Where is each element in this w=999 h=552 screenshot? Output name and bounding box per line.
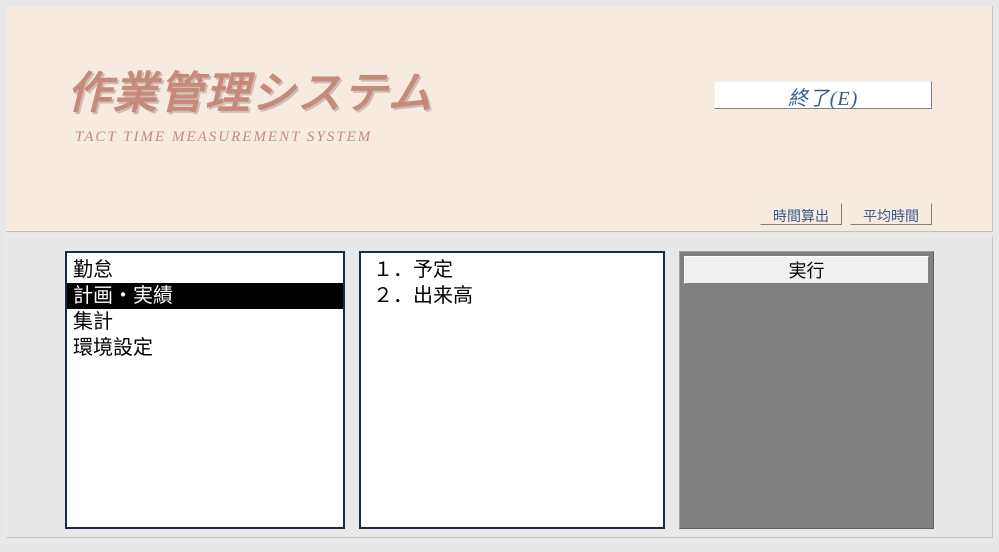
- sub-menu-list[interactable]: １．予定 ２．出来高: [359, 251, 665, 529]
- avg-time-button[interactable]: 平均時間: [850, 203, 932, 225]
- list-item[interactable]: １．予定: [367, 257, 657, 283]
- list-item[interactable]: 勤怠: [67, 257, 343, 283]
- header-panel: 作業管理システム TACT TIME MEASUREMENT SYSTEM 終了…: [6, 6, 993, 232]
- list-item[interactable]: 環境設定: [67, 335, 343, 361]
- action-panel: 実行: [679, 251, 934, 529]
- list-item[interactable]: 計画・実績: [67, 283, 343, 309]
- app-subtitle: TACT TIME MEASUREMENT SYSTEM: [75, 129, 952, 146]
- list-item[interactable]: ２．出来高: [367, 283, 657, 309]
- execute-button[interactable]: 実行: [684, 256, 929, 284]
- main-area: 勤怠 計画・実績 集計 環境設定 １．予定 ２．出来高 実行: [6, 236, 993, 538]
- list-item[interactable]: 集計: [67, 309, 343, 335]
- time-calc-button[interactable]: 時間算出: [760, 203, 842, 225]
- exit-button[interactable]: 終了(E): [714, 81, 932, 109]
- header-bottom-buttons: 時間算出 平均時間: [760, 203, 932, 225]
- main-menu-list[interactable]: 勤怠 計画・実績 集計 環境設定: [65, 251, 345, 529]
